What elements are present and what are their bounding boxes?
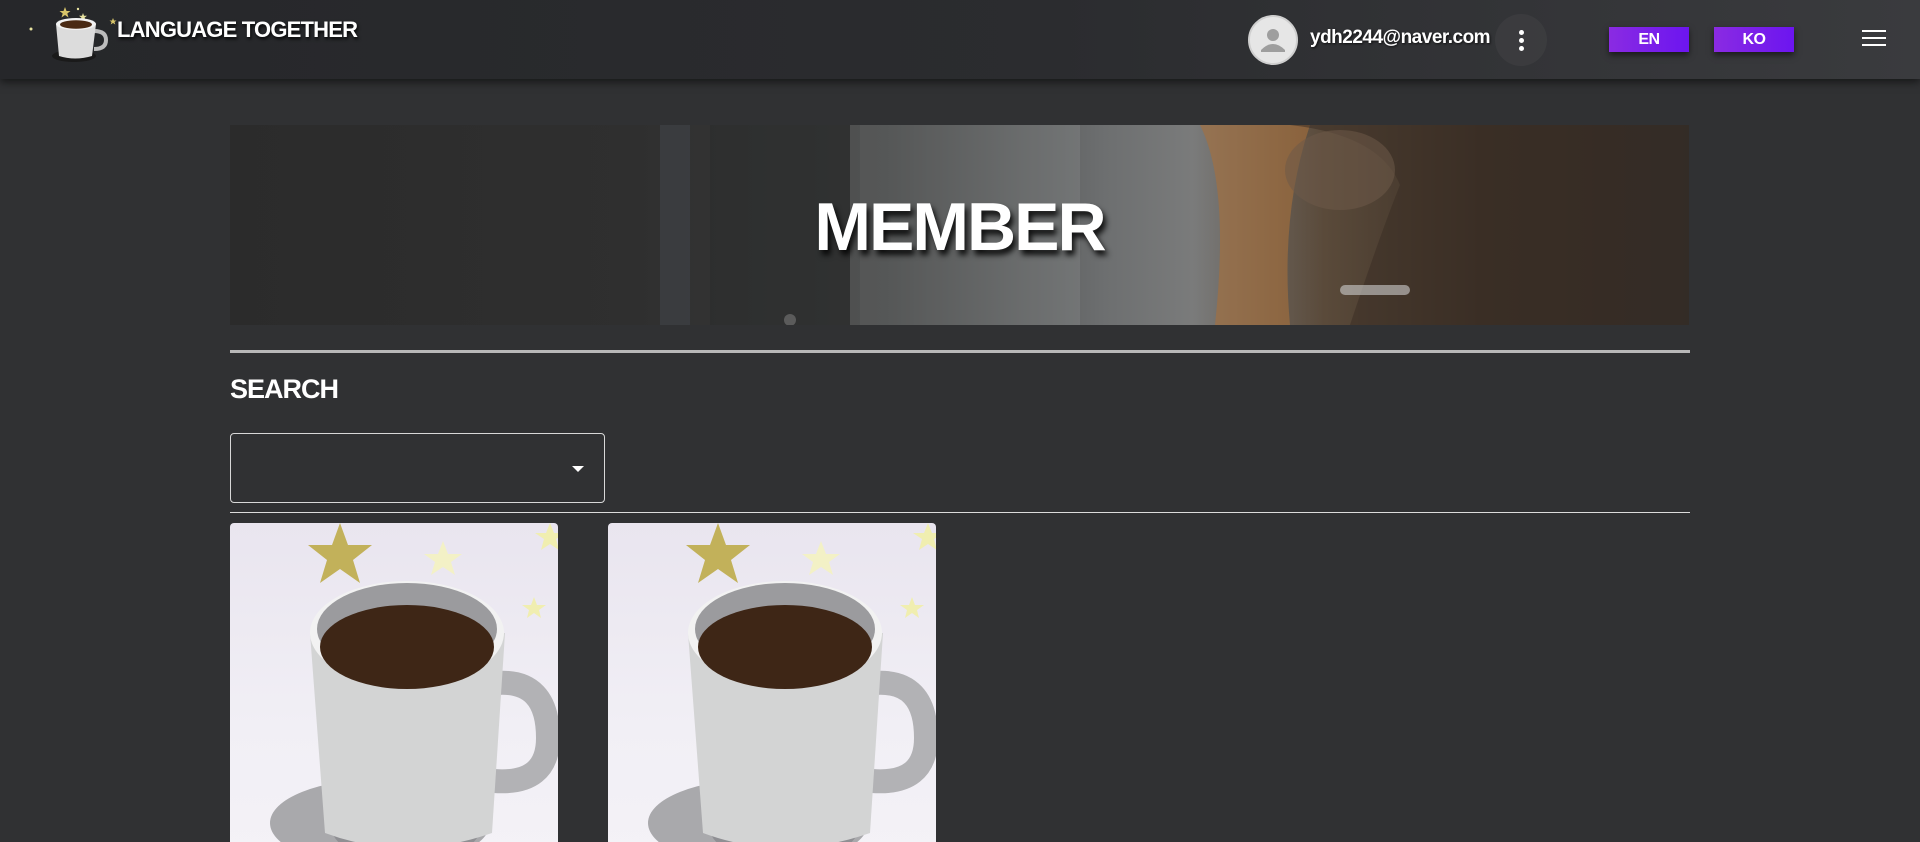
menu-line: [1862, 44, 1886, 46]
chevron-down-icon[interactable]: [572, 466, 584, 472]
more-options-icon[interactable]: [1495, 14, 1547, 66]
coffee-cup-image: [648, 523, 936, 842]
kebab-dot: [1518, 37, 1524, 43]
menu-line: [1862, 30, 1886, 32]
app-header: LANGUAGE TOGETHER ydh2244@naver.com EN K…: [0, 0, 1920, 79]
language-ko-button[interactable]: KO: [1714, 27, 1794, 52]
member-card[interactable]: [608, 523, 936, 842]
page-title: MEMBER: [814, 189, 1106, 265]
search-select[interactable]: [230, 433, 605, 503]
divider: [230, 350, 1690, 353]
kebab-dot: [1518, 29, 1524, 35]
member-card[interactable]: [230, 523, 558, 842]
hamburger-menu-icon[interactable]: [1862, 28, 1886, 48]
divider: [230, 512, 1690, 513]
coffee-logo-icon[interactable]: [26, 4, 118, 66]
kebab-dot: [1518, 45, 1524, 51]
user-email: ydh2244@naver.com: [1310, 27, 1491, 48]
menu-line: [1862, 37, 1886, 39]
coffee-cup-image: [270, 523, 558, 842]
language-en-button[interactable]: EN: [1609, 27, 1689, 52]
hero-banner: MEMBER: [230, 125, 1689, 325]
search-heading: SEARCH: [230, 374, 339, 404]
brand-title[interactable]: LANGUAGE TOGETHER: [117, 17, 358, 43]
user-avatar-icon[interactable]: [1248, 15, 1298, 65]
